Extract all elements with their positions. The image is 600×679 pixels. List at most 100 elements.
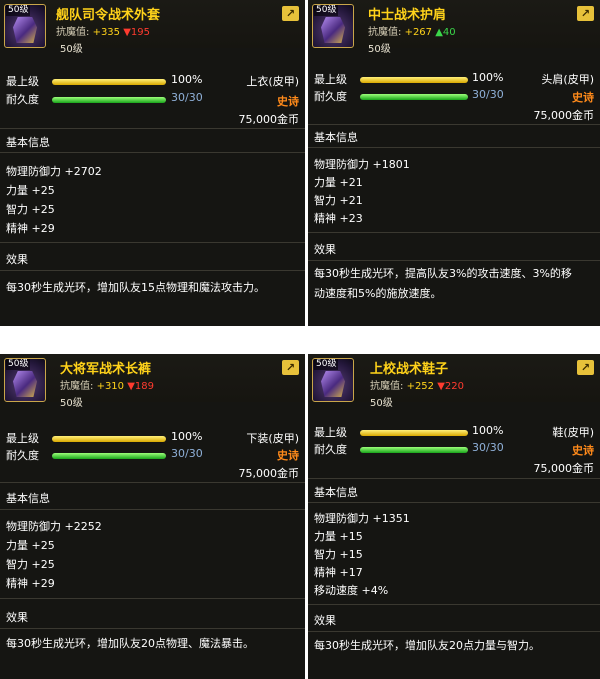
stat-line: 力量 +21	[314, 176, 363, 189]
max-level-percent: 100%	[472, 424, 504, 437]
effect-heading: 效果	[314, 614, 336, 627]
item-level: 50级	[368, 44, 391, 55]
item-name: 大将军战术长裤	[60, 362, 152, 377]
item-name: 上校战术鞋子	[370, 362, 449, 377]
basic-info-heading: 基本信息	[314, 131, 358, 144]
item-tooltip-pants: 50级 大将军战术长裤 抗魔值: +310 ▼189 50级 ↗ 最上级 100…	[0, 354, 305, 679]
level-badge: 50级	[6, 5, 31, 16]
max-level-bar	[360, 430, 468, 436]
divider	[308, 232, 600, 233]
stat-line: 力量 +15	[314, 530, 363, 543]
max-level-bar	[360, 77, 468, 83]
boots-armor-icon[interactable]: 50级	[312, 358, 354, 402]
effect-text: 每30秒生成光环，增加队友20点力量与智力。	[314, 639, 540, 652]
rarity: 史诗	[277, 95, 299, 108]
effect-text-line: 动速度和5%的施放速度。	[314, 287, 442, 300]
stat-line: 精神 +29	[6, 577, 55, 590]
durability-value: 30/30	[472, 88, 504, 101]
coat-armor-icon[interactable]: 50级	[4, 4, 46, 48]
max-level-percent: 100%	[171, 73, 203, 86]
stat-line: 物理防御力 +2702	[6, 165, 102, 178]
price: 75,000金币	[238, 467, 300, 480]
max-level-label: 最上级	[314, 426, 347, 439]
effect-heading: 效果	[314, 243, 336, 256]
divider	[308, 631, 600, 632]
item-level: 50级	[60, 44, 83, 55]
divider	[0, 128, 305, 129]
price: 75,000金币	[533, 462, 595, 475]
stat-line: 力量 +25	[6, 539, 55, 552]
divider	[0, 242, 305, 243]
divider	[308, 260, 600, 261]
durability-bar	[52, 453, 166, 459]
item-tooltip-shoulder: 50级 中士战术护肩 抗魔值: +267 ▲40 50级 ↗ 最上级 100% …	[308, 0, 600, 326]
max-level-label: 最上级	[314, 73, 347, 86]
max-level-label: 最上级	[6, 75, 39, 88]
pants-armor-icon[interactable]: 50级	[4, 358, 46, 402]
shoulder-armor-icon[interactable]: 50级	[312, 4, 354, 48]
durability-bar	[360, 94, 468, 100]
basic-info-heading: 基本信息	[6, 492, 50, 505]
effect-text-line: 每30秒生成光环，提高队友3%的攻击速度、3%的移	[314, 267, 572, 280]
resist-value: 抗魔值: +335 ▼195	[56, 27, 150, 38]
rarity: 史诗	[572, 444, 594, 457]
share-icon[interactable]: ↗	[282, 6, 299, 21]
divider	[0, 628, 305, 629]
divider	[308, 478, 600, 479]
divider	[0, 270, 305, 271]
divider	[308, 147, 600, 148]
resist-value: 抗魔值: +252 ▼220	[370, 381, 464, 392]
level-badge: 50级	[6, 359, 31, 370]
stat-line: 物理防御力 +2252	[6, 520, 102, 533]
effect-heading: 效果	[6, 611, 28, 624]
max-level-percent: 100%	[472, 71, 504, 84]
share-icon[interactable]: ↗	[282, 360, 299, 375]
stat-line: 精神 +29	[6, 222, 55, 235]
divider	[0, 152, 305, 153]
durability-bar	[52, 97, 166, 103]
durability-value: 30/30	[171, 91, 203, 104]
stat-line: 物理防御力 +1351	[314, 512, 410, 525]
basic-info-heading: 基本信息	[6, 136, 50, 149]
share-icon[interactable]: ↗	[577, 6, 594, 21]
rarity: 史诗	[277, 449, 299, 462]
max-level-bar	[52, 79, 166, 85]
stat-line: 精神 +17	[314, 566, 363, 579]
effect-text: 每30秒生成光环，增加队友20点物理、魔法暴击。	[6, 637, 254, 650]
rarity: 史诗	[572, 91, 594, 104]
divider	[0, 482, 305, 483]
stat-line: 移动速度 +4%	[314, 584, 389, 597]
durability-label: 耐久度	[6, 93, 39, 106]
divider	[308, 124, 600, 125]
divider	[308, 604, 600, 605]
item-name: 舰队司令战术外套	[56, 8, 161, 23]
item-level: 50级	[370, 398, 393, 409]
durability-label: 耐久度	[6, 449, 39, 462]
price: 75,000金币	[238, 113, 300, 126]
share-icon[interactable]: ↗	[577, 360, 594, 375]
stat-line: 智力 +25	[6, 558, 55, 571]
resist-value: 抗魔值: +267 ▲40	[368, 27, 456, 38]
slot-type: 鞋(皮甲)	[552, 426, 594, 439]
max-level-label: 最上级	[6, 432, 39, 445]
slot-type: 下装(皮甲)	[246, 432, 299, 445]
durability-label: 耐久度	[314, 90, 347, 103]
divider	[0, 598, 305, 599]
stat-line: 智力 +21	[314, 194, 363, 207]
price: 75,000金币	[533, 109, 595, 122]
divider	[0, 509, 305, 510]
slot-type: 头肩(皮甲)	[541, 73, 594, 86]
item-name: 中士战术护肩	[368, 8, 447, 23]
durability-value: 30/30	[472, 441, 504, 454]
durability-value: 30/30	[171, 447, 203, 460]
durability-bar	[360, 447, 468, 453]
slot-type: 上衣(皮甲)	[246, 75, 299, 88]
stat-line: 力量 +25	[6, 184, 55, 197]
item-tooltip-coat: 50级 舰队司令战术外套 抗魔值: +335 ▼195 50级 ↗ 最上级 10…	[0, 0, 305, 326]
basic-info-heading: 基本信息	[314, 486, 358, 499]
stat-line: 物理防御力 +1801	[314, 158, 410, 171]
divider	[308, 502, 600, 503]
effect-heading: 效果	[6, 253, 28, 266]
stat-line: 智力 +15	[314, 548, 363, 561]
max-level-bar	[52, 436, 166, 442]
